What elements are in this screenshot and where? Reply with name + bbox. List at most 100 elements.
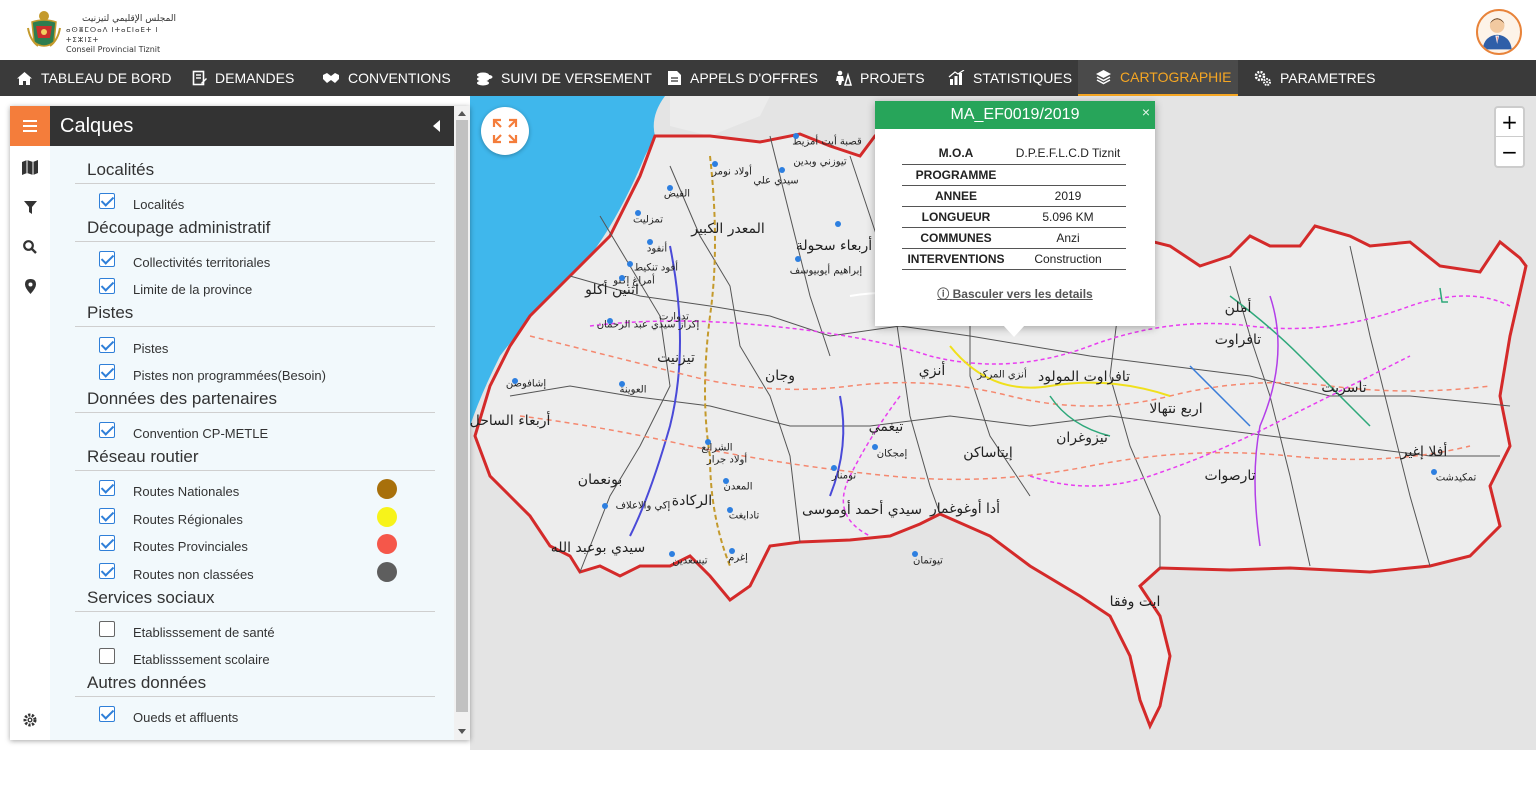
place-label: أنفود — [646, 243, 668, 255]
locality-marker[interactable] — [705, 439, 711, 445]
locality-marker[interactable] — [635, 210, 641, 216]
popup-key: LONGUEUR — [902, 206, 1010, 228]
search-tab-button[interactable] — [20, 237, 40, 257]
nav-demandes[interactable]: DEMANDES — [192, 60, 294, 96]
checkbox[interactable] — [99, 706, 115, 722]
locality-marker[interactable] — [667, 185, 673, 191]
feature-popup: MA_EF0019/2019 × M.O.A D.P.E.F.L.C.D Tizn… — [875, 101, 1155, 337]
locality-marker[interactable] — [831, 465, 837, 471]
locality-marker[interactable] — [912, 551, 918, 557]
zoom-in-button[interactable]: + — [1496, 108, 1523, 137]
locality-marker[interactable] — [512, 378, 518, 384]
fullscreen-button[interactable] — [481, 107, 529, 155]
nav-projets[interactable]: PROJETS — [834, 60, 925, 96]
layer-toggle-scolaire[interactable]: Etablisssement scolaire — [99, 646, 399, 667]
zoom-out-button[interactable]: − — [1496, 137, 1523, 166]
locality-marker[interactable] — [619, 381, 625, 387]
checkbox[interactable] — [99, 535, 115, 551]
locality-marker[interactable] — [1431, 469, 1437, 475]
table-row: PROGRAMME — [902, 164, 1126, 186]
checkbox[interactable] — [99, 251, 115, 267]
layer-toggle-routes-provinciales[interactable]: Routes Provinciales — [99, 533, 399, 554]
place-label: إبراهيم أيوبيوسف — [789, 265, 863, 277]
app-root: المجلس الإقليمي لتيزنيت ⴰⵙⴻⵎⵔⴰⴷ ⵏⵜⴰⵎⵏⴰⴹⵜ… — [0, 0, 1536, 786]
layer-toggle-oueds[interactable]: Oueds et affluents — [99, 704, 399, 725]
nav-label: APPELS D'OFFRES — [690, 70, 818, 86]
layer-toggle-sante[interactable]: Etablisssement de santé — [99, 619, 399, 640]
checkbox[interactable] — [99, 648, 115, 664]
place-label: تومنار — [831, 470, 857, 482]
location-tab-button[interactable] — [20, 276, 40, 296]
layer-toggle-collectivites[interactable]: Collectivités territoriales — [99, 249, 399, 270]
scroll-thumb[interactable] — [456, 120, 468, 712]
locality-marker[interactable] — [647, 239, 653, 245]
locality-marker[interactable] — [779, 167, 785, 173]
checkbox[interactable] — [99, 508, 115, 524]
locality-marker[interactable] — [619, 275, 625, 281]
nav-parametres[interactable]: PARAMETRES — [1254, 60, 1375, 96]
locality-marker[interactable] — [627, 261, 633, 267]
layer-toggle-routes-regionales[interactable]: Routes Régionales — [99, 506, 399, 527]
locality-marker[interactable] — [795, 256, 801, 262]
place-label: تيزوغران — [1056, 430, 1108, 446]
nav-suivi-de-versement[interactable]: SUIVI DE VERSEMENT — [476, 60, 652, 96]
checkbox[interactable] — [99, 337, 115, 353]
section-title: Autres données — [75, 673, 435, 697]
logo[interactable]: المجلس الإقليمي لتيزنيت ⴰⵙⴻⵎⵔⴰⴷ ⵏⵜⴰⵎⵏⴰⴹⵜ… — [26, 8, 176, 54]
map-tab-button[interactable] — [20, 157, 40, 177]
checkbox[interactable] — [99, 193, 115, 209]
locality-marker[interactable] — [729, 548, 735, 554]
table-row: LONGUEUR 5.096 KM — [902, 206, 1126, 228]
nav-statistiques[interactable]: STATISTIQUES — [948, 60, 1072, 96]
locality-marker[interactable] — [602, 503, 608, 509]
place-label: وجان — [765, 368, 795, 384]
layer-toggle-routes-nationales[interactable]: Routes Nationales — [99, 478, 399, 499]
locality-marker[interactable] — [607, 318, 613, 324]
checkbox[interactable] — [99, 563, 115, 579]
place-label: تاسريت — [1321, 380, 1367, 396]
panel-title: Calques — [50, 106, 454, 146]
layer-toggle-limite-province[interactable]: Limite de la province — [99, 276, 399, 297]
checkbox[interactable] — [99, 621, 115, 637]
layer-toggle-pistes-non-programmees[interactable]: Pistes non programmées(Besoin) — [99, 362, 399, 383]
collapse-panel-icon[interactable] — [433, 120, 440, 132]
scroll-down-icon[interactable] — [458, 729, 466, 734]
main-nav: TABLEAU DE BORD DEMANDES CONVENTIONS SUI… — [0, 60, 1536, 96]
layer-toggle-convention[interactable]: Convention CP-METLE — [99, 420, 399, 441]
checkbox[interactable] — [99, 480, 115, 496]
layer-toggle-routes-non-classees[interactable]: Routes non classées — [99, 561, 399, 582]
menu-button[interactable] — [10, 106, 50, 146]
place-label: سيدي بوعبد الله — [550, 540, 646, 556]
popup-value — [1010, 164, 1126, 186]
place-label: تمكيدشت — [1435, 472, 1477, 484]
locality-marker[interactable] — [835, 221, 841, 227]
checkbox[interactable] — [99, 278, 115, 294]
section-title: Réseau routier — [75, 447, 435, 471]
place-label: أملن — [1224, 300, 1252, 316]
user-avatar[interactable] — [1476, 9, 1522, 55]
nav-cartographie[interactable]: CARTOGRAPHIE — [1078, 60, 1238, 96]
place-label: أربعاء الساحل — [470, 413, 551, 429]
nav-appels-doffres[interactable]: APPELS D'OFFRES — [666, 60, 818, 96]
layer-toggle-localites[interactable]: Localités — [99, 191, 399, 212]
checkbox[interactable] — [99, 364, 115, 380]
scroll-up-icon[interactable] — [458, 111, 466, 116]
locality-marker[interactable] — [723, 478, 729, 484]
document-edit-icon — [192, 70, 207, 86]
locality-marker[interactable] — [872, 444, 878, 450]
layer-toggle-pistes[interactable]: Pistes — [99, 335, 399, 356]
nav-tableau-de-bord[interactable]: TABLEAU DE BORD — [16, 60, 171, 96]
locality-marker[interactable] — [712, 161, 718, 167]
checkbox[interactable] — [99, 422, 115, 438]
settings-button[interactable] — [20, 710, 40, 730]
locality-marker[interactable] — [669, 551, 675, 557]
nav-conventions[interactable]: CONVENTIONS — [322, 60, 451, 96]
filter-tab-button[interactable] — [20, 197, 40, 217]
locality-marker[interactable] — [727, 507, 733, 513]
close-icon[interactable]: × — [1142, 104, 1150, 120]
details-link[interactable]: ⓘ Basculer vers les details — [875, 285, 1155, 302]
layer-label: Routes Nationales — [133, 483, 240, 499]
panel-scrollbar[interactable] — [454, 106, 470, 740]
header: المجلس الإقليمي لتيزنيت ⴰⵙⴻⵎⵔⴰⴷ ⵏⵜⴰⵎⵏⴰⴹⵜ… — [0, 0, 1536, 60]
locality-marker[interactable] — [793, 133, 799, 139]
